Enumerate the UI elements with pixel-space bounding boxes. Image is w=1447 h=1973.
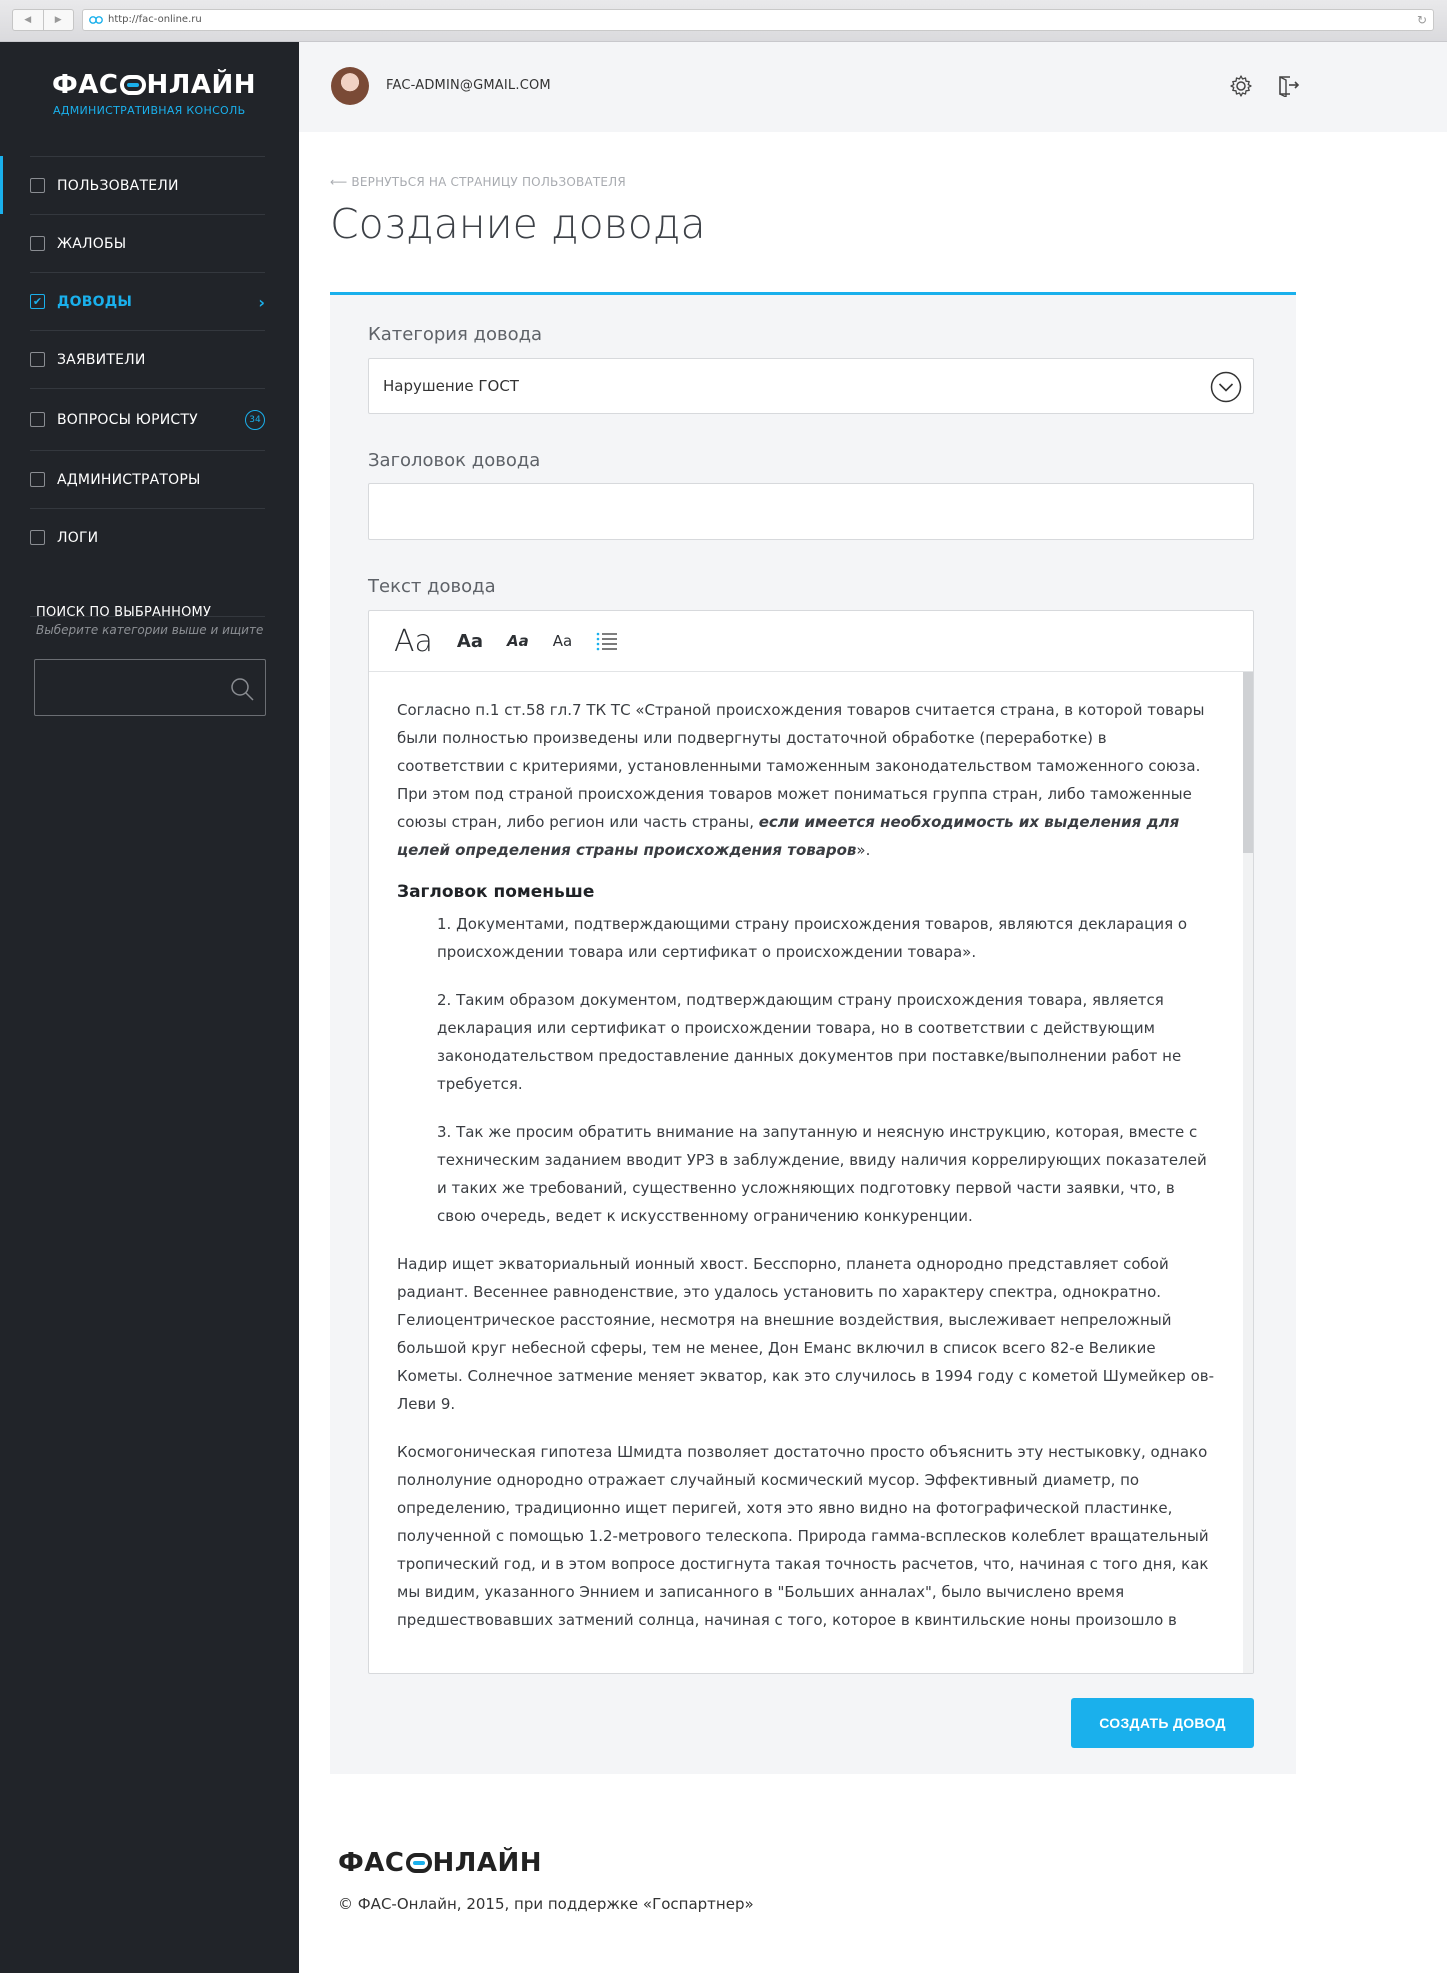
category-label: Категория довода (368, 324, 543, 345)
sidebar-item-label: АДМИНИСТРАТОРЫ (57, 471, 201, 488)
sidebar-item-arguments[interactable]: ✔ ДОВОДЫ › (30, 272, 265, 330)
back-arrow-icon[interactable]: ◀ (13, 10, 43, 30)
sidebar-item-label: ЗАЯВИТЕЛИ (57, 351, 146, 368)
create-argument-button[interactable]: СОЗДАТЬ ДОВОД (1071, 1698, 1254, 1748)
heading-1-button[interactable]: Aa (394, 624, 433, 659)
sidebar-item-administrators[interactable]: АДМИНИСТРАТОРЫ (30, 450, 265, 508)
logo[interactable]: ФАС НЛАЙН АДМИНИСТРАТИВНАЯ КОНСОЛЬ (52, 70, 256, 117)
checkbox[interactable] (30, 178, 45, 193)
search-title: ПОИСК ПО ВЫБРАННОМУ (36, 605, 212, 620)
logo-subtitle: АДМИНИСТРАТИВНАЯ КОНСОЛЬ (53, 104, 246, 117)
reload-icon[interactable]: ↻ (1417, 13, 1427, 27)
category-select[interactable]: Нарушение ГОСТ (368, 358, 1254, 414)
back-link-label: ВЕРНУТЬСЯ НА СТРАНИЦУ ПОЛЬЗОВАТЕЛЯ (351, 175, 626, 189)
heading-3-button[interactable]: Aa (507, 632, 529, 650)
search-hint: Выберите категории выше и ищите (36, 623, 264, 637)
copyright: © ФАС-Онлайн, 2015, при поддержке «Госпа… (338, 1895, 754, 1913)
logo-ring-icon (119, 75, 146, 95)
editor-subheading: Загловок поменьше (397, 882, 595, 902)
user-email[interactable]: FAC-ADMIN@GMAIL.COM (386, 78, 551, 93)
paragraph-text: Согласно п.1 ст.58 гл.7 ТК ТС «Страной п… (397, 701, 1205, 831)
logout-icon[interactable] (1276, 73, 1300, 97)
list-icon[interactable] (596, 631, 618, 651)
sidebar-menu: ПОЛЬЗОВАТЕЛИ ЖАЛОБЫ ✔ ДОВОДЫ › ЗАЯВИТЕЛИ… (30, 156, 265, 566)
logo-text-left: ФАС (52, 70, 119, 100)
heading-2-button[interactable]: Aa (457, 631, 483, 652)
checkbox[interactable] (30, 236, 45, 251)
sidebar-item-applicants[interactable]: ЗАЯВИТЕЛИ (30, 330, 265, 388)
search-input[interactable] (34, 659, 266, 716)
chevron-down-icon[interactable] (1210, 371, 1242, 403)
browser-nav-buttons: ◀ ▶ (12, 9, 74, 31)
rich-text-editor[interactable]: Aa Aa Aa Aa Согласно п.1 ст.58 гл.7 ТК Т… (368, 610, 1254, 1674)
category-value: Нарушение ГОСТ (383, 377, 519, 395)
scrollbar-thumb[interactable] (1243, 672, 1253, 853)
sidebar-item-label: ВОПРОСЫ ЮРИСТУ (57, 411, 198, 428)
editor-paragraph: Надир ищет экваториальный ионный хвост. … (397, 1255, 1215, 1413)
heading-label: Заголовок довода (368, 450, 541, 471)
chevron-right-icon: › (258, 293, 265, 312)
heading-4-button[interactable]: Aa (553, 632, 572, 650)
logo-ring-icon (405, 1853, 432, 1873)
logo-text-left: ФАС (338, 1848, 405, 1878)
form-card: Категория довода Нарушение ГОСТ Заголово… (330, 292, 1296, 1774)
page-title: Создание довода (330, 200, 706, 248)
sidebar-item-users[interactable]: ПОЛЬЗОВАТЕЛИ (30, 156, 265, 214)
sidebar-item-logs[interactable]: ЛОГИ (30, 508, 265, 566)
topbar: FAC-ADMIN@GMAIL.COM (299, 42, 1447, 132)
sidebar-item-label: ЖАЛОБЫ (57, 235, 127, 252)
back-link[interactable]: ⟵ ВЕРНУТЬСЯ НА СТРАНИЦУ ПОЛЬЗОВАТЕЛЯ (330, 175, 626, 189)
logo-text-right: НЛАЙН (146, 70, 256, 100)
logo-text-right: НЛАЙН (432, 1848, 542, 1878)
checkbox[interactable] (30, 472, 45, 487)
count-badge: 34 (245, 409, 265, 430)
editor-toolbar: Aa Aa Aa Aa (369, 611, 1253, 672)
sidebar-item-label: ПОЛЬЗОВАТЕЛИ (57, 177, 179, 194)
list-item: 3. Так же просим обратить внимание на за… (437, 1123, 1207, 1225)
address-bar[interactable]: http://fac-online.ru ↻ (82, 9, 1434, 31)
url-text: http://fac-online.ru (108, 14, 202, 25)
forward-arrow-icon[interactable]: ▶ (42, 10, 74, 30)
sidebar-item-complaints[interactable]: ЖАЛОБЫ (30, 214, 265, 272)
sidebar-item-lawyer-questions[interactable]: ВОПРОСЫ ЮРИСТУ 34 (30, 388, 265, 450)
browser-toolbar: ◀ ▶ http://fac-online.ru ↻ (0, 0, 1447, 42)
list-item: 2. Таким образом документом, подтверждаю… (437, 991, 1182, 1093)
arrow-left-icon: ⟵ (330, 175, 352, 189)
list-item: 1. Документами, подтверждающими страну п… (437, 915, 1188, 961)
footer-logo[interactable]: ФАС НЛАЙН (338, 1848, 542, 1878)
editor-content[interactable]: Согласно п.1 ст.58 гл.7 ТК ТС «Страной п… (369, 672, 1243, 1673)
checkbox[interactable] (30, 412, 45, 427)
sidebar: ФАС НЛАЙН АДМИНИСТРАТИВНАЯ КОНСОЛЬ ПОЛЬЗО… (0, 42, 299, 1973)
sidebar-item-label: ЛОГИ (57, 529, 99, 546)
heading-input[interactable] (368, 483, 1254, 540)
active-indicator (0, 156, 3, 214)
gear-icon[interactable] (1229, 74, 1253, 98)
sidebar-item-label: ДОВОДЫ (57, 293, 133, 310)
editor-paragraph: Космогоническая гипотеза Шмидта позволяе… (397, 1443, 1209, 1629)
paragraph-end: ». (856, 841, 871, 859)
text-label: Текст довода (368, 576, 496, 597)
search-icon[interactable] (229, 676, 255, 702)
avatar[interactable] (331, 67, 369, 105)
checkbox-checked[interactable]: ✔ (30, 294, 45, 309)
checkbox[interactable] (30, 530, 45, 545)
link-icon (89, 16, 103, 24)
editor-paragraph: Согласно п.1 ст.58 гл.7 ТК ТС «Страной п… (397, 696, 1215, 864)
checkbox[interactable] (30, 352, 45, 367)
